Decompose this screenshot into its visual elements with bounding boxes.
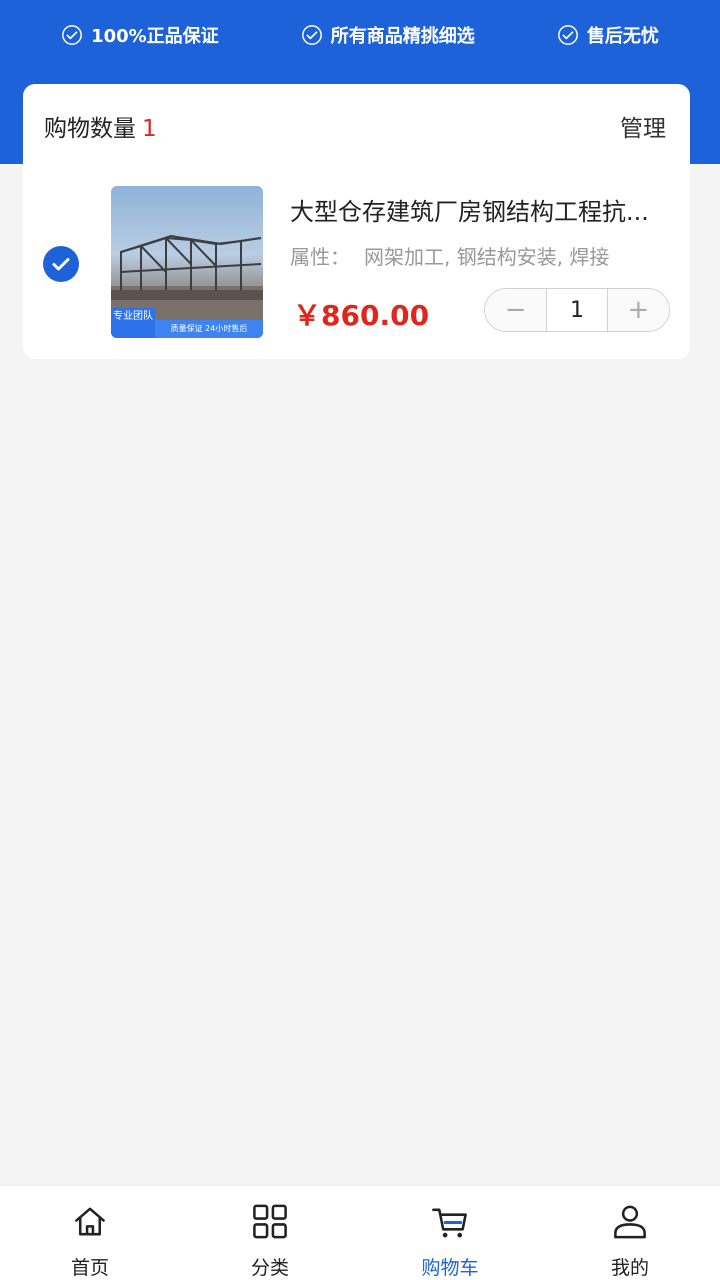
guarantee-label: 售后无忧 — [586, 26, 659, 47]
guarantee-item: 售后无忧 — [557, 22, 659, 48]
tab-label: 我的 — [610, 1257, 649, 1279]
attr-label: 属性： — [290, 245, 350, 269]
user-icon — [614, 1205, 646, 1239]
tab-home[interactable]: 首页 — [0, 1186, 180, 1280]
tab-category[interactable]: 分类 — [180, 1186, 360, 1280]
check-circle-icon — [301, 25, 322, 45]
check-circle-icon — [558, 25, 578, 45]
item-select-checkbox[interactable] — [43, 246, 79, 282]
guarantee-label: 所有商品精挑细选 — [330, 26, 475, 47]
product-attributes: 属性： 网架加工, 钢结构安装, 焊接 — [290, 241, 609, 270]
check-circle-icon — [62, 25, 82, 45]
tab-label: 首页 — [70, 1257, 109, 1279]
cart-card: 购物数量1 管理 专业团队 质量保证 24小时售后 大型仓存建筑厂房钢结构工程 — [23, 84, 690, 359]
cart-icon — [432, 1208, 467, 1238]
manage-button[interactable]: 管理 — [620, 109, 666, 143]
cart-count: 购物数量 1 — [44, 109, 157, 143]
increase-button[interactable]: + — [607, 289, 669, 331]
checkmark-icon — [52, 258, 70, 271]
guarantee-item: 所有商品精挑细选 — [301, 22, 475, 48]
guarantee-bar: 100%正品保证 所有商品精挑细选 售后无忧 — [0, 0, 720, 70]
guarantee-label: 100%正品保证 — [91, 26, 219, 47]
attr-value: 网架加工, 钢结构安装, 焊接 — [364, 245, 610, 269]
thumbnail-badge: 专业团队 — [111, 308, 155, 338]
product-thumbnail[interactable]: 专业团队 质量保证 24小时售后 — [111, 186, 263, 338]
quantity-stepper: − 1 + — [484, 288, 670, 332]
product-price: ￥860.00 — [293, 299, 430, 332]
product-title[interactable]: 大型仓存建筑厂房钢结构工程抗... — [290, 192, 670, 227]
cart-header: 购物数量 1 管理 — [23, 84, 690, 168]
quantity-input[interactable]: 1 — [546, 289, 608, 331]
guarantee-item: 100%正品保证 — [61, 22, 219, 48]
thumbnail-strip: 质量保证 24小时售后 — [155, 320, 263, 338]
cart-count-label: 购物数量 — [44, 116, 136, 142]
bottom-tab-bar: 首页 分类 购物车 我的 — [0, 1185, 720, 1280]
tab-label: 购物车 — [421, 1257, 479, 1279]
home-icon — [75, 1207, 105, 1236]
tab-profile[interactable]: 我的 — [540, 1186, 720, 1280]
cart-count-value: 1 — [142, 116, 157, 142]
tab-label: 分类 — [250, 1257, 289, 1279]
tab-cart[interactable]: 购物车 — [360, 1186, 540, 1280]
category-grid-icon — [253, 1204, 287, 1239]
decrease-button[interactable]: − — [485, 289, 547, 331]
